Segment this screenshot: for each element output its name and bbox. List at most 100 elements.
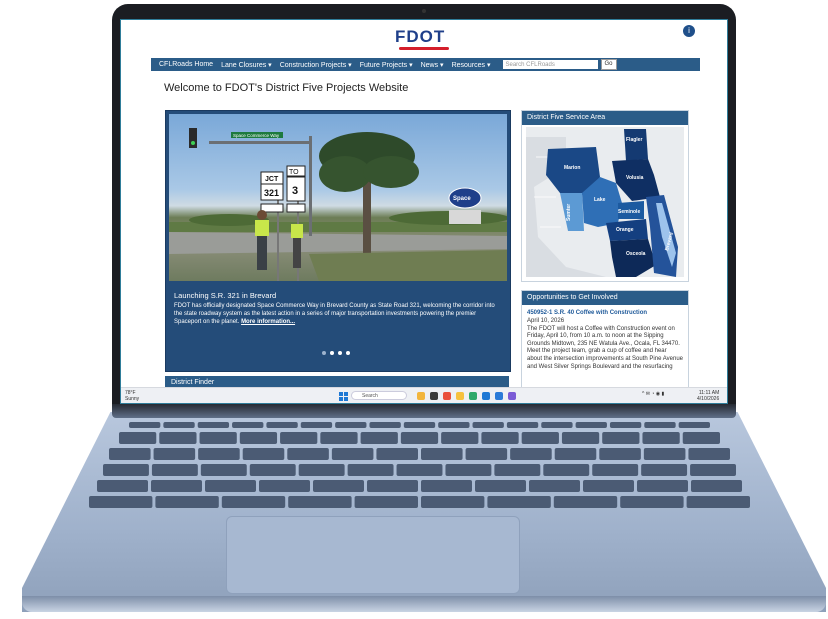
district-map[interactable]: Flagler Marion Volusia Lake Sumter Semin… xyxy=(526,127,684,277)
keyboard-key[interactable] xyxy=(155,496,219,508)
carousel-dot-4[interactable] xyxy=(346,351,350,355)
keyboard-key[interactable] xyxy=(320,432,358,444)
nav-cflroads-home[interactable]: CFLRoads Home xyxy=(159,61,213,68)
keyboard-key[interactable] xyxy=(642,432,680,444)
more-information-link[interactable]: More information... xyxy=(241,319,295,325)
app-icon-dark[interactable] xyxy=(430,392,438,400)
keyboard-key[interactable] xyxy=(335,422,367,428)
keyboard-key[interactable] xyxy=(445,464,492,476)
carousel-dot-3[interactable] xyxy=(338,351,342,355)
weather-widget[interactable]: 78°F Sunny xyxy=(125,390,139,402)
carousel-dot-1[interactable] xyxy=(322,351,326,355)
keyboard-key[interactable] xyxy=(441,432,479,444)
file-explorer-icon[interactable] xyxy=(417,392,425,400)
keyboard-key[interactable] xyxy=(609,422,642,428)
keyboard-key[interactable] xyxy=(239,432,278,444)
keyboard-key[interactable] xyxy=(198,448,240,460)
keyboard-key[interactable] xyxy=(153,448,196,460)
keyboard-key[interactable] xyxy=(280,432,318,444)
keyboard-key[interactable] xyxy=(643,448,686,460)
keyboard-key[interactable] xyxy=(360,432,398,444)
nav-resources[interactable]: Resources ▾ xyxy=(452,61,491,69)
app-icon-red[interactable] xyxy=(443,392,451,400)
keyboard-key[interactable] xyxy=(400,432,439,444)
keyboard-key[interactable] xyxy=(199,432,237,444)
keyboard-key[interactable] xyxy=(249,464,296,476)
keyboard-key[interactable] xyxy=(690,464,736,476)
keyboard-key[interactable] xyxy=(298,464,345,476)
keyboard-key[interactable] xyxy=(354,496,418,508)
news-carousel[interactable]: Space Commerce Way JCT 321 TO 3 Space La… xyxy=(165,110,511,372)
keyboard-key[interactable] xyxy=(421,496,485,508)
keyboard-key[interactable] xyxy=(221,496,286,508)
keyboard-key[interactable] xyxy=(300,422,333,428)
keyboard-key[interactable] xyxy=(163,422,195,428)
app-icon-yellow[interactable] xyxy=(456,392,464,400)
search-input[interactable]: Search CFLRoads xyxy=(502,60,598,69)
taskbar-search[interactable]: Search xyxy=(351,391,407,400)
keyboard-key[interactable] xyxy=(109,448,151,460)
keyboard-key[interactable] xyxy=(288,496,352,508)
nav-construction-projects[interactable]: Construction Projects ▾ xyxy=(280,61,352,69)
keyboard-key[interactable] xyxy=(242,448,285,460)
keyboard-key[interactable] xyxy=(553,496,618,508)
nav-future-projects[interactable]: Future Projects ▾ xyxy=(360,61,413,69)
keyboard-key[interactable] xyxy=(89,496,153,508)
keyboard-key[interactable] xyxy=(592,464,639,476)
keyboard-key[interactable] xyxy=(472,422,504,428)
keyboard-key[interactable] xyxy=(543,464,590,476)
keyboard-key[interactable] xyxy=(686,496,750,508)
windows-start-icon[interactable] xyxy=(339,392,348,401)
keyboard-key[interactable] xyxy=(465,448,508,460)
keyboard-key[interactable] xyxy=(369,422,401,428)
keyboard-key[interactable] xyxy=(575,422,607,428)
keyboard-key[interactable] xyxy=(521,432,559,444)
keyboard-key[interactable] xyxy=(259,480,310,492)
trackpad[interactable] xyxy=(226,516,520,594)
keyboard-key[interactable] xyxy=(205,480,256,492)
keyboard-key[interactable] xyxy=(583,480,634,492)
accessibility-icon[interactable]: i xyxy=(683,25,695,37)
keyboard-key[interactable] xyxy=(151,464,198,476)
keyboard-key[interactable] xyxy=(367,480,418,492)
keyboard-key[interactable] xyxy=(376,448,418,460)
keyboard-key[interactable] xyxy=(620,496,684,508)
keyboard-key[interactable] xyxy=(232,422,264,428)
keyboard-key[interactable] xyxy=(197,422,230,428)
keyboard-key[interactable] xyxy=(682,432,720,444)
keyboard-key[interactable] xyxy=(561,432,600,444)
keyboard-key[interactable] xyxy=(119,432,157,444)
keyboard-key[interactable] xyxy=(599,448,641,460)
keyboard-key[interactable] xyxy=(481,432,519,444)
keyboard-key[interactable] xyxy=(602,432,640,444)
keyboard-key[interactable] xyxy=(396,464,443,476)
carousel-dot-2[interactable] xyxy=(330,351,334,355)
opportunity-link[interactable]: 450952-1 S.R. 40 Coffee with Constructio… xyxy=(527,310,647,316)
keyboard-key[interactable] xyxy=(97,480,148,492)
keyboard-key[interactable] xyxy=(506,422,539,428)
nav-lane-closures[interactable]: Lane Closures ▾ xyxy=(221,61,272,69)
edge-icon[interactable] xyxy=(482,392,490,400)
keyboard-key[interactable] xyxy=(421,448,463,460)
keyboard-key[interactable] xyxy=(475,480,526,492)
keyboard-key[interactable] xyxy=(541,422,573,428)
keyboard-key[interactable] xyxy=(421,480,472,492)
keyboard-key[interactable] xyxy=(678,422,710,428)
keyboard-key[interactable] xyxy=(287,448,329,460)
keyboard-key[interactable] xyxy=(494,464,541,476)
keyboard-key[interactable] xyxy=(331,448,374,460)
keyboard-key[interactable] xyxy=(510,448,552,460)
teams-icon[interactable] xyxy=(508,392,516,400)
keyboard-key[interactable] xyxy=(637,480,688,492)
fdot-logo[interactable]: FDOT xyxy=(395,27,445,47)
keyboard-key[interactable] xyxy=(529,480,580,492)
keyboard-key[interactable] xyxy=(129,422,161,428)
chrome-icon[interactable] xyxy=(469,392,477,400)
keyboard-key[interactable] xyxy=(151,480,202,492)
nav-news[interactable]: News ▾ xyxy=(421,61,444,69)
keyboard-key[interactable] xyxy=(103,464,149,476)
keyboard-key[interactable] xyxy=(641,464,688,476)
keyboard-key[interactable] xyxy=(644,422,676,428)
keyboard-key[interactable] xyxy=(200,464,247,476)
go-button[interactable]: Go xyxy=(600,59,617,70)
